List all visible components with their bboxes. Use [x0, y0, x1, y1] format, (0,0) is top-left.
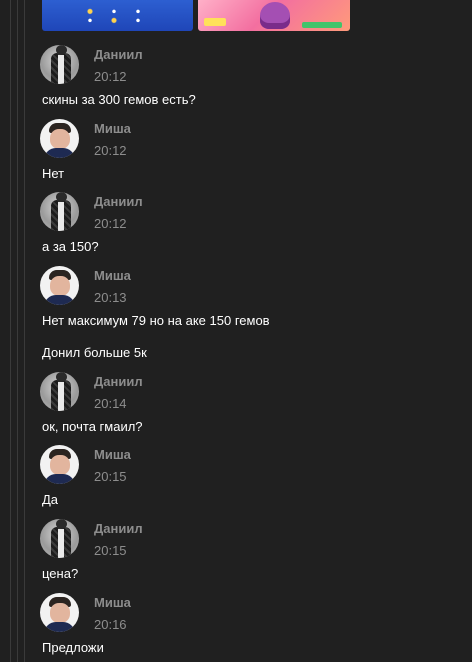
chat-window: Даниил 20:12 скины за 300 гемов есть? Ми… [0, 0, 472, 662]
avatar-detail [50, 603, 70, 623]
avatar-detail [58, 55, 64, 84]
message-author[interactable]: Даниил [94, 47, 143, 62]
avatar-detail [44, 474, 75, 484]
avatar[interactable] [40, 45, 79, 84]
avatar[interactable] [40, 119, 79, 158]
message-author[interactable]: Даниил [94, 194, 143, 209]
message-author[interactable]: Даниил [94, 521, 143, 536]
message-time: 20:15 [94, 469, 127, 484]
message-time: 20:16 [94, 617, 127, 632]
avatar-detail [56, 192, 67, 202]
message-text: Да [42, 492, 59, 507]
avatar[interactable] [40, 266, 79, 305]
message-text: Предложи [42, 640, 104, 655]
game-character [260, 2, 290, 29]
message-text: Донил больше 5к [42, 345, 147, 360]
avatar[interactable] [40, 445, 79, 484]
avatar[interactable] [40, 519, 79, 558]
message-author[interactable]: Миша [94, 121, 131, 136]
avatar-detail [58, 529, 64, 558]
message-text: а за 150? [42, 239, 99, 254]
thread-rail [10, 0, 11, 662]
message-text: цена? [42, 566, 79, 581]
avatar-detail [58, 202, 64, 231]
avatar-detail [44, 295, 75, 305]
avatar-detail [50, 276, 70, 296]
message-time: 20:14 [94, 396, 127, 411]
thread-rail [17, 0, 18, 662]
message-time: 20:12 [94, 216, 127, 231]
message-time: 20:12 [94, 143, 127, 158]
message-author[interactable]: Миша [94, 268, 131, 283]
avatar-detail [58, 382, 64, 411]
thread-rail [24, 0, 25, 662]
avatar[interactable] [40, 372, 79, 411]
game-ui-detail [204, 18, 226, 26]
avatar-detail [56, 45, 67, 55]
message-author[interactable]: Миша [94, 447, 131, 462]
message-author[interactable]: Даниил [94, 374, 143, 389]
message-time: 20:12 [94, 69, 127, 84]
avatar-detail [56, 519, 67, 529]
attachment-image[interactable] [198, 0, 350, 31]
message-author[interactable]: Миша [94, 595, 131, 610]
message-text: ок, почта гмаил? [42, 419, 143, 434]
avatar-detail [44, 148, 75, 158]
message-text: Нет [42, 166, 65, 181]
game-ui-detail [82, 6, 162, 24]
message-time: 20:15 [94, 543, 127, 558]
message-text: скины за 300 гемов есть? [42, 92, 196, 107]
avatar-detail [50, 129, 70, 149]
attachment-row [42, 0, 352, 31]
avatar-detail [50, 455, 70, 475]
avatar[interactable] [40, 192, 79, 231]
message-time: 20:13 [94, 290, 127, 305]
attachment-image[interactable] [42, 0, 193, 31]
avatar-detail [56, 372, 67, 382]
message-text: Нет максимум 79 но на аке 150 гемов [42, 313, 270, 328]
game-ui-detail [302, 22, 342, 28]
avatar-detail [44, 622, 75, 632]
avatar[interactable] [40, 593, 79, 632]
